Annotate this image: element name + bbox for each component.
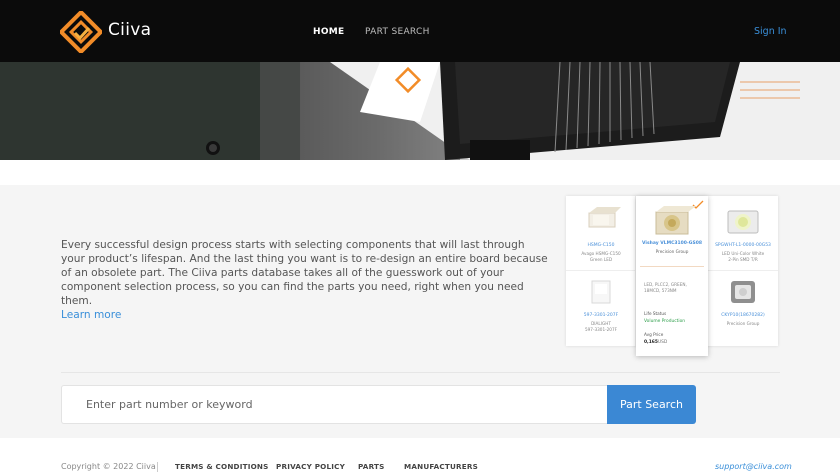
avg-price-label: Avg Price	[644, 332, 664, 337]
footer-link-privacy[interactable]: PRIVACY POLICY	[276, 462, 345, 471]
divider	[640, 266, 704, 267]
footer-link-parts[interactable]: PARTS	[358, 462, 384, 471]
led-yellow-image	[655, 206, 696, 235]
led-metal-image	[731, 281, 755, 303]
featured-product-subtitle: Precision Group	[655, 249, 689, 254]
product-tile[interactable]: CKYP10(18670282) Precision Group	[708, 271, 778, 346]
copyright-text: Copyright © 2022 Ciiva	[61, 462, 156, 471]
part-search-button[interactable]: Part Search	[607, 385, 696, 424]
search-placeholder: Enter part number or keyword	[86, 398, 253, 411]
product-tile-subtitle: 597-3301-207F	[584, 327, 618, 332]
sign-in-link[interactable]: Sign In	[754, 26, 787, 37]
led-white-image	[591, 280, 611, 304]
product-tile[interactable]: HSMG-C150 Avago HSMG-C150 Green LED	[566, 196, 636, 271]
life-status-label: Life Status	[644, 311, 667, 316]
featured-product-card[interactable]: Vishay VLMC3100-GS08 Precision Group LED…	[636, 196, 708, 356]
product-tile-subtitle: Precision Group	[726, 321, 760, 326]
led-green-image	[588, 207, 621, 228]
top-nav-bar: Ciiva HOME PART SEARCH Sign In	[0, 0, 840, 62]
product-tile-title: CKYP10(18670282)	[721, 313, 765, 318]
product-tile[interactable]: SPGWHT-L1-0000-00G53 LED Uni-Color White…	[708, 196, 778, 271]
product-tile-subtitle: 2-Pin SMD T/R	[728, 257, 758, 262]
product-tile-title: 597-3301-207F	[583, 313, 619, 318]
product-tile-title: SPGWHT-L1-0000-00G53	[715, 243, 771, 248]
product-tile-subtitle: DIALIGHT	[591, 321, 611, 326]
learn-more-link[interactable]: Learn more	[61, 308, 551, 322]
section-divider	[61, 372, 780, 373]
hero-banner	[0, 62, 840, 160]
nav-part-search[interactable]: PART SEARCH	[365, 27, 430, 37]
support-email-link[interactable]: support@ciiva.com	[715, 462, 792, 471]
footer-link-manufacturers[interactable]: MANUFACTURERS	[404, 462, 478, 471]
intro-paragraph: Every successful design process starts w…	[61, 239, 548, 307]
product-tile-subtitle: Avago HSMG-C150	[581, 251, 621, 256]
footer-separator	[157, 462, 158, 472]
featured-product-description: LED, PLCC2, GREEN, 18MCD, 573NM	[644, 282, 687, 293]
product-tile[interactable]: 597-3301-207F DIALIGHT 597-3301-207F	[566, 271, 636, 346]
search-input[interactable]: Enter part number or keyword	[61, 385, 607, 424]
footer-link-terms[interactable]: TERMS & CONDITIONS	[175, 462, 268, 471]
product-tile-subtitle: Green LED	[589, 257, 613, 262]
ciiva-logo-icon[interactable]	[60, 11, 102, 53]
led-white-image	[727, 210, 759, 234]
intro-text-block: Every successful design process starts w…	[61, 238, 551, 322]
life-status-value: Volume Production	[644, 319, 686, 324]
featured-product-title: Vishay VLMC3100-GS08	[642, 241, 702, 246]
product-tile-title: HSMG-C150	[587, 243, 615, 248]
brand-name[interactable]: Ciiva	[108, 20, 151, 40]
avg-price-value: 0,165USD	[644, 340, 668, 345]
nav-home[interactable]: HOME	[313, 27, 345, 37]
hero-chip-image	[0, 62, 840, 160]
product-tile-subtitle: LED Uni-Color White	[721, 251, 765, 256]
footer: Copyright © 2022 Ciiva TERMS & CONDITION…	[0, 438, 840, 472]
